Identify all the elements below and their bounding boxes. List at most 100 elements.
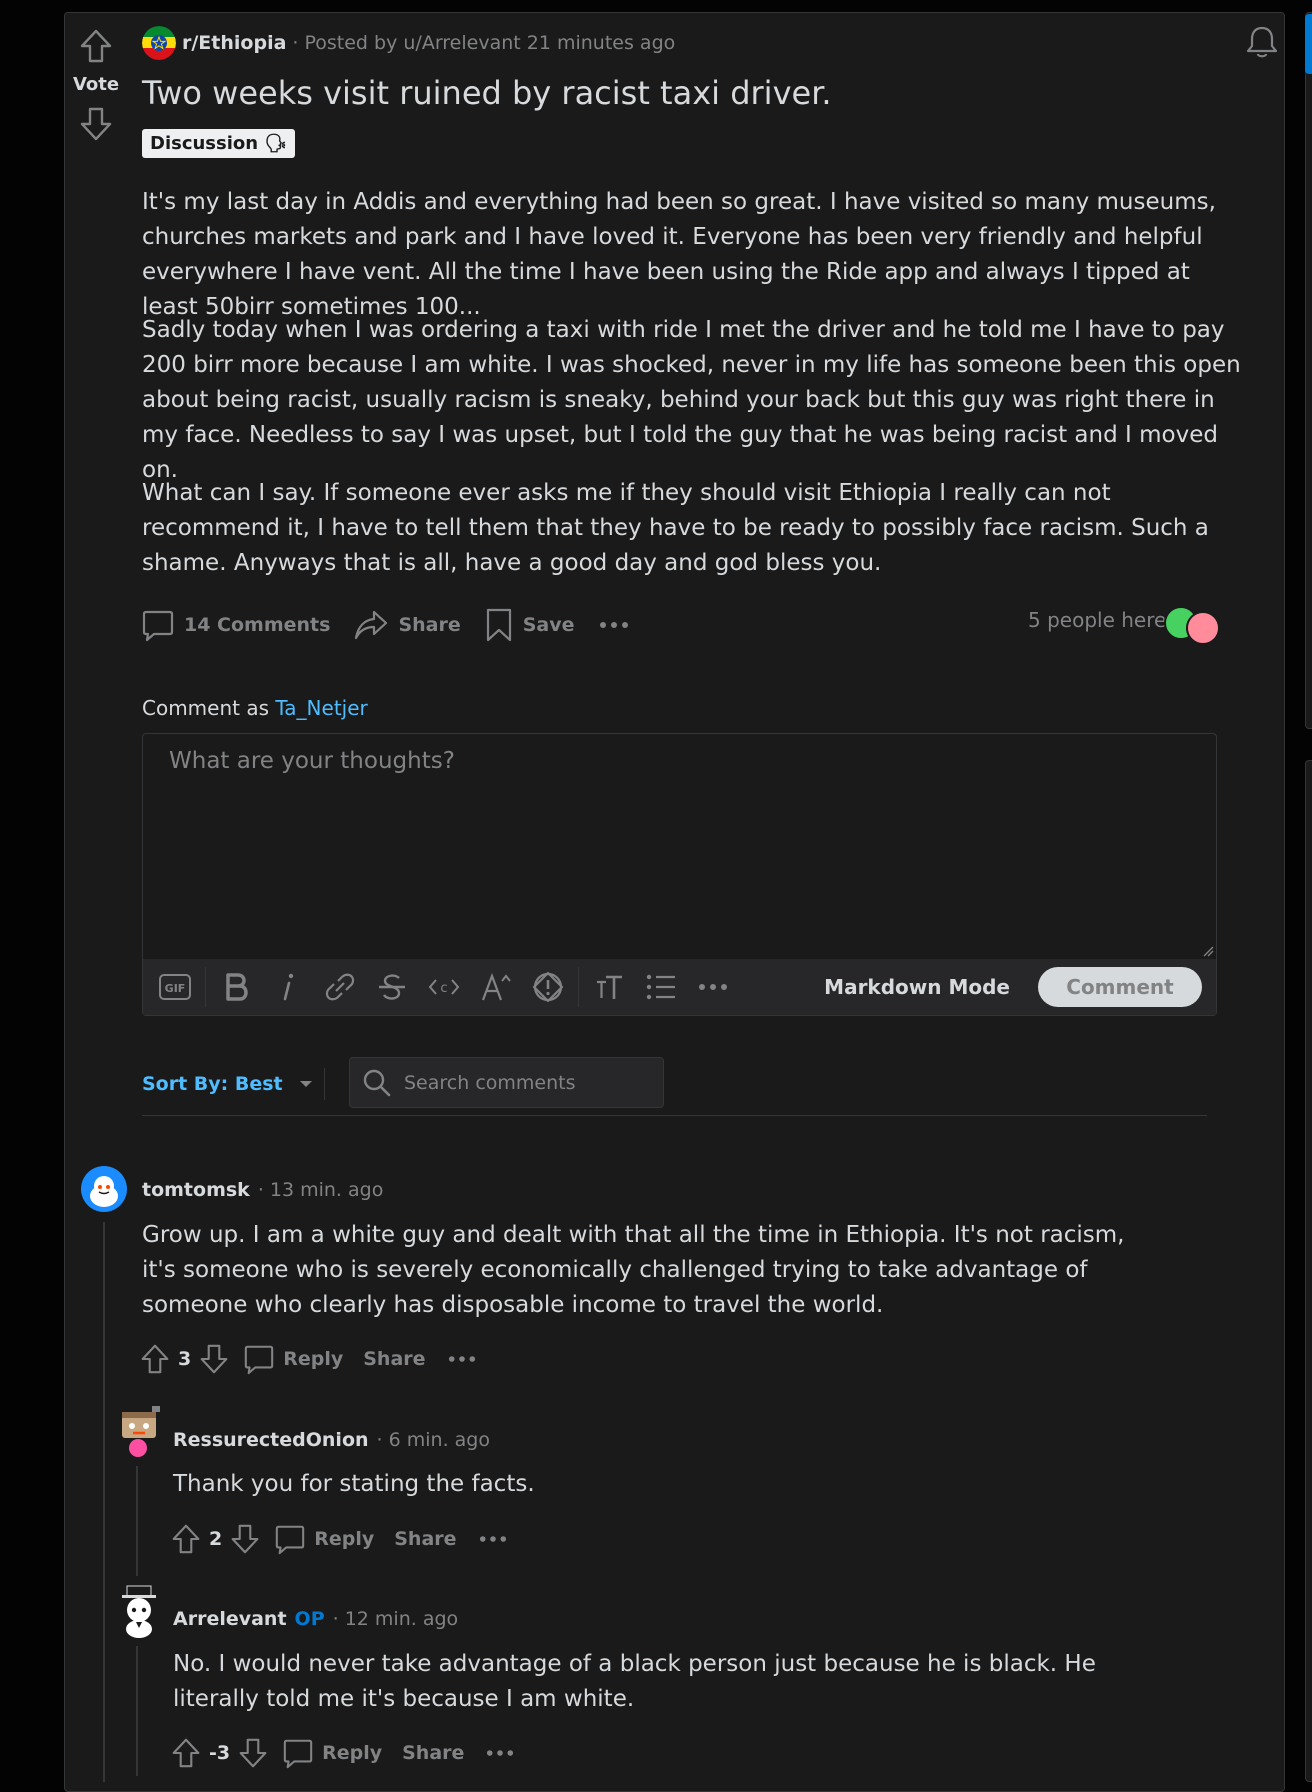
more-icon[interactable]: [486, 1749, 514, 1757]
strikethrough-icon[interactable]: [366, 959, 418, 1015]
thread-line[interactable]: [103, 1222, 105, 1782]
comment-icon: [276, 1525, 305, 1555]
divider: [324, 1068, 325, 1100]
comment-actions: 2 Reply Share: [171, 1521, 507, 1557]
italic-icon[interactable]: [262, 959, 314, 1015]
comment-as: Comment as Ta_Netjer: [142, 696, 368, 720]
markdown-mode-button[interactable]: Markdown Mode: [824, 959, 1010, 1015]
comment-body: Thank you for stating the facts.: [173, 1471, 535, 1497]
comments-count: 14 Comments: [184, 614, 331, 636]
share-label: Share: [398, 614, 461, 636]
subreddit-name[interactable]: r/Ethiopia: [182, 32, 286, 54]
comment-body: No. I would never take advantage of a bl…: [173, 1651, 1096, 1712]
upvote-icon[interactable]: [171, 1736, 201, 1770]
divider: [142, 1115, 1207, 1116]
comments-button[interactable]: 14 Comments: [142, 608, 330, 642]
reply-button[interactable]: Reply: [243, 1343, 343, 1375]
downvote-icon[interactable]: [230, 1522, 260, 1556]
reply-button[interactable]: Reply: [274, 1523, 374, 1555]
avatar[interactable]: [116, 1584, 162, 1640]
share-button[interactable]: Share: [402, 1742, 464, 1764]
comment-submit-button[interactable]: Comment: [1038, 967, 1202, 1007]
comment-icon: [245, 1345, 274, 1375]
share-button[interactable]: Share: [354, 608, 461, 642]
more-icon[interactable]: [687, 959, 739, 1015]
comment-time[interactable]: · 6 min. ago: [377, 1429, 490, 1451]
more-icon: [599, 622, 628, 628]
comment-meta: RessurectedOnion · 6 min. ago: [173, 1425, 490, 1455]
comment-score: -3: [209, 1742, 231, 1764]
share-button[interactable]: Share: [363, 1348, 425, 1370]
bold-icon[interactable]: [210, 959, 262, 1015]
toolbar-divider: [578, 967, 579, 1007]
comment-actions: -3 Reply Share: [171, 1735, 514, 1771]
thread-line[interactable]: [136, 1466, 138, 1576]
inline-code-icon[interactable]: c: [418, 959, 470, 1015]
resize-handle-icon[interactable]: [1202, 945, 1214, 957]
search-comments-input[interactable]: Search comments: [349, 1057, 664, 1108]
subreddit-icon[interactable]: [142, 26, 176, 60]
save-button[interactable]: Save: [485, 608, 575, 642]
sort-label: Sort By: Best: [142, 1073, 283, 1095]
toolbar-divider: [205, 967, 206, 1007]
comment-body: Grow up. I am a white guy and dealt with…: [142, 1222, 1125, 1318]
op-badge: OP: [294, 1608, 325, 1630]
avatar[interactable]: [116, 1404, 162, 1460]
comment-author[interactable]: tomtomsk: [142, 1179, 250, 1201]
gif-icon[interactable]: GIF: [149, 959, 201, 1015]
downvote-icon[interactable]: [79, 106, 113, 142]
post-paragraph: What can I say. If someone ever asks me …: [142, 480, 1209, 576]
superscript-icon[interactable]: [470, 959, 522, 1015]
more-options-button[interactable]: [599, 621, 639, 629]
people-here: 5 people here: [1028, 608, 1167, 632]
bell-icon[interactable]: [1245, 24, 1279, 60]
downvote-icon[interactable]: [238, 1736, 268, 1770]
comment-icon: [142, 610, 174, 642]
post-action-bar: 14 Comments Share Save: [142, 604, 663, 646]
svg-text:c: c: [440, 981, 447, 996]
share-icon: [355, 610, 388, 640]
upvote-icon[interactable]: [140, 1342, 170, 1376]
avatar[interactable]: [81, 1166, 127, 1212]
post-paragraph: Sadly today when I was ordering a taxi w…: [142, 317, 1241, 483]
upvote-icon[interactable]: [79, 28, 113, 64]
post-title[interactable]: Two weeks visit ruined by racist taxi dr…: [142, 74, 832, 112]
search-icon: [363, 1069, 391, 1096]
more-icon[interactable]: [448, 1355, 476, 1363]
comment-input[interactable]: What are your thoughts?: [169, 748, 455, 774]
comment-as-username[interactable]: Ta_Netjer: [275, 696, 367, 720]
reply-button[interactable]: Reply: [282, 1737, 382, 1769]
comment-author[interactable]: RessurectedOnion: [173, 1429, 369, 1451]
comment-icon: [283, 1739, 313, 1769]
vote-label: Vote: [72, 74, 120, 95]
sidebar-edge: [1305, 760, 1312, 1782]
search-placeholder: Search comments: [404, 1071, 576, 1094]
comment-author[interactable]: Arrelevant: [173, 1608, 287, 1630]
thread-line[interactable]: [136, 1646, 138, 1776]
caret-down-icon: [299, 1081, 312, 1087]
reply-label: Reply: [322, 1742, 383, 1764]
comment-actions: 3 Reply Share: [140, 1341, 476, 1377]
comment-editor[interactable]: What are your thoughts? GIF c Markdown M…: [142, 733, 1217, 1016]
post-flair[interactable]: Discussion 🗣: [142, 129, 296, 158]
spoiler-icon[interactable]: [522, 959, 574, 1015]
bookmark-icon: [486, 608, 511, 642]
sidebar-accent: [1305, 14, 1312, 74]
sort-dropdown[interactable]: Sort By: Best: [142, 1068, 313, 1100]
post-paragraph: It's my last day in Addis and everything…: [142, 189, 1216, 320]
comment-meta: Arrelevant OP · 12 min. ago: [173, 1604, 458, 1634]
downvote-icon[interactable]: [199, 1342, 229, 1376]
comment-score: 3: [178, 1348, 192, 1370]
heading-icon[interactable]: [583, 959, 635, 1015]
more-icon[interactable]: [479, 1535, 507, 1543]
share-button[interactable]: Share: [394, 1528, 456, 1550]
post-meta: r/Ethiopia · Posted by u/Arrelevant 21 m…: [142, 26, 675, 60]
reply-label: Reply: [314, 1528, 375, 1550]
link-icon[interactable]: [314, 959, 366, 1015]
post-byline: · Posted by u/Arrelevant 21 minutes ago: [292, 32, 676, 54]
bulleted-list-icon[interactable]: [635, 959, 687, 1015]
svg-text:GIF: GIF: [165, 982, 186, 995]
comment-time[interactable]: · 13 min. ago: [258, 1179, 384, 1201]
upvote-icon[interactable]: [171, 1522, 201, 1556]
comment-time[interactable]: · 12 min. ago: [333, 1608, 459, 1630]
